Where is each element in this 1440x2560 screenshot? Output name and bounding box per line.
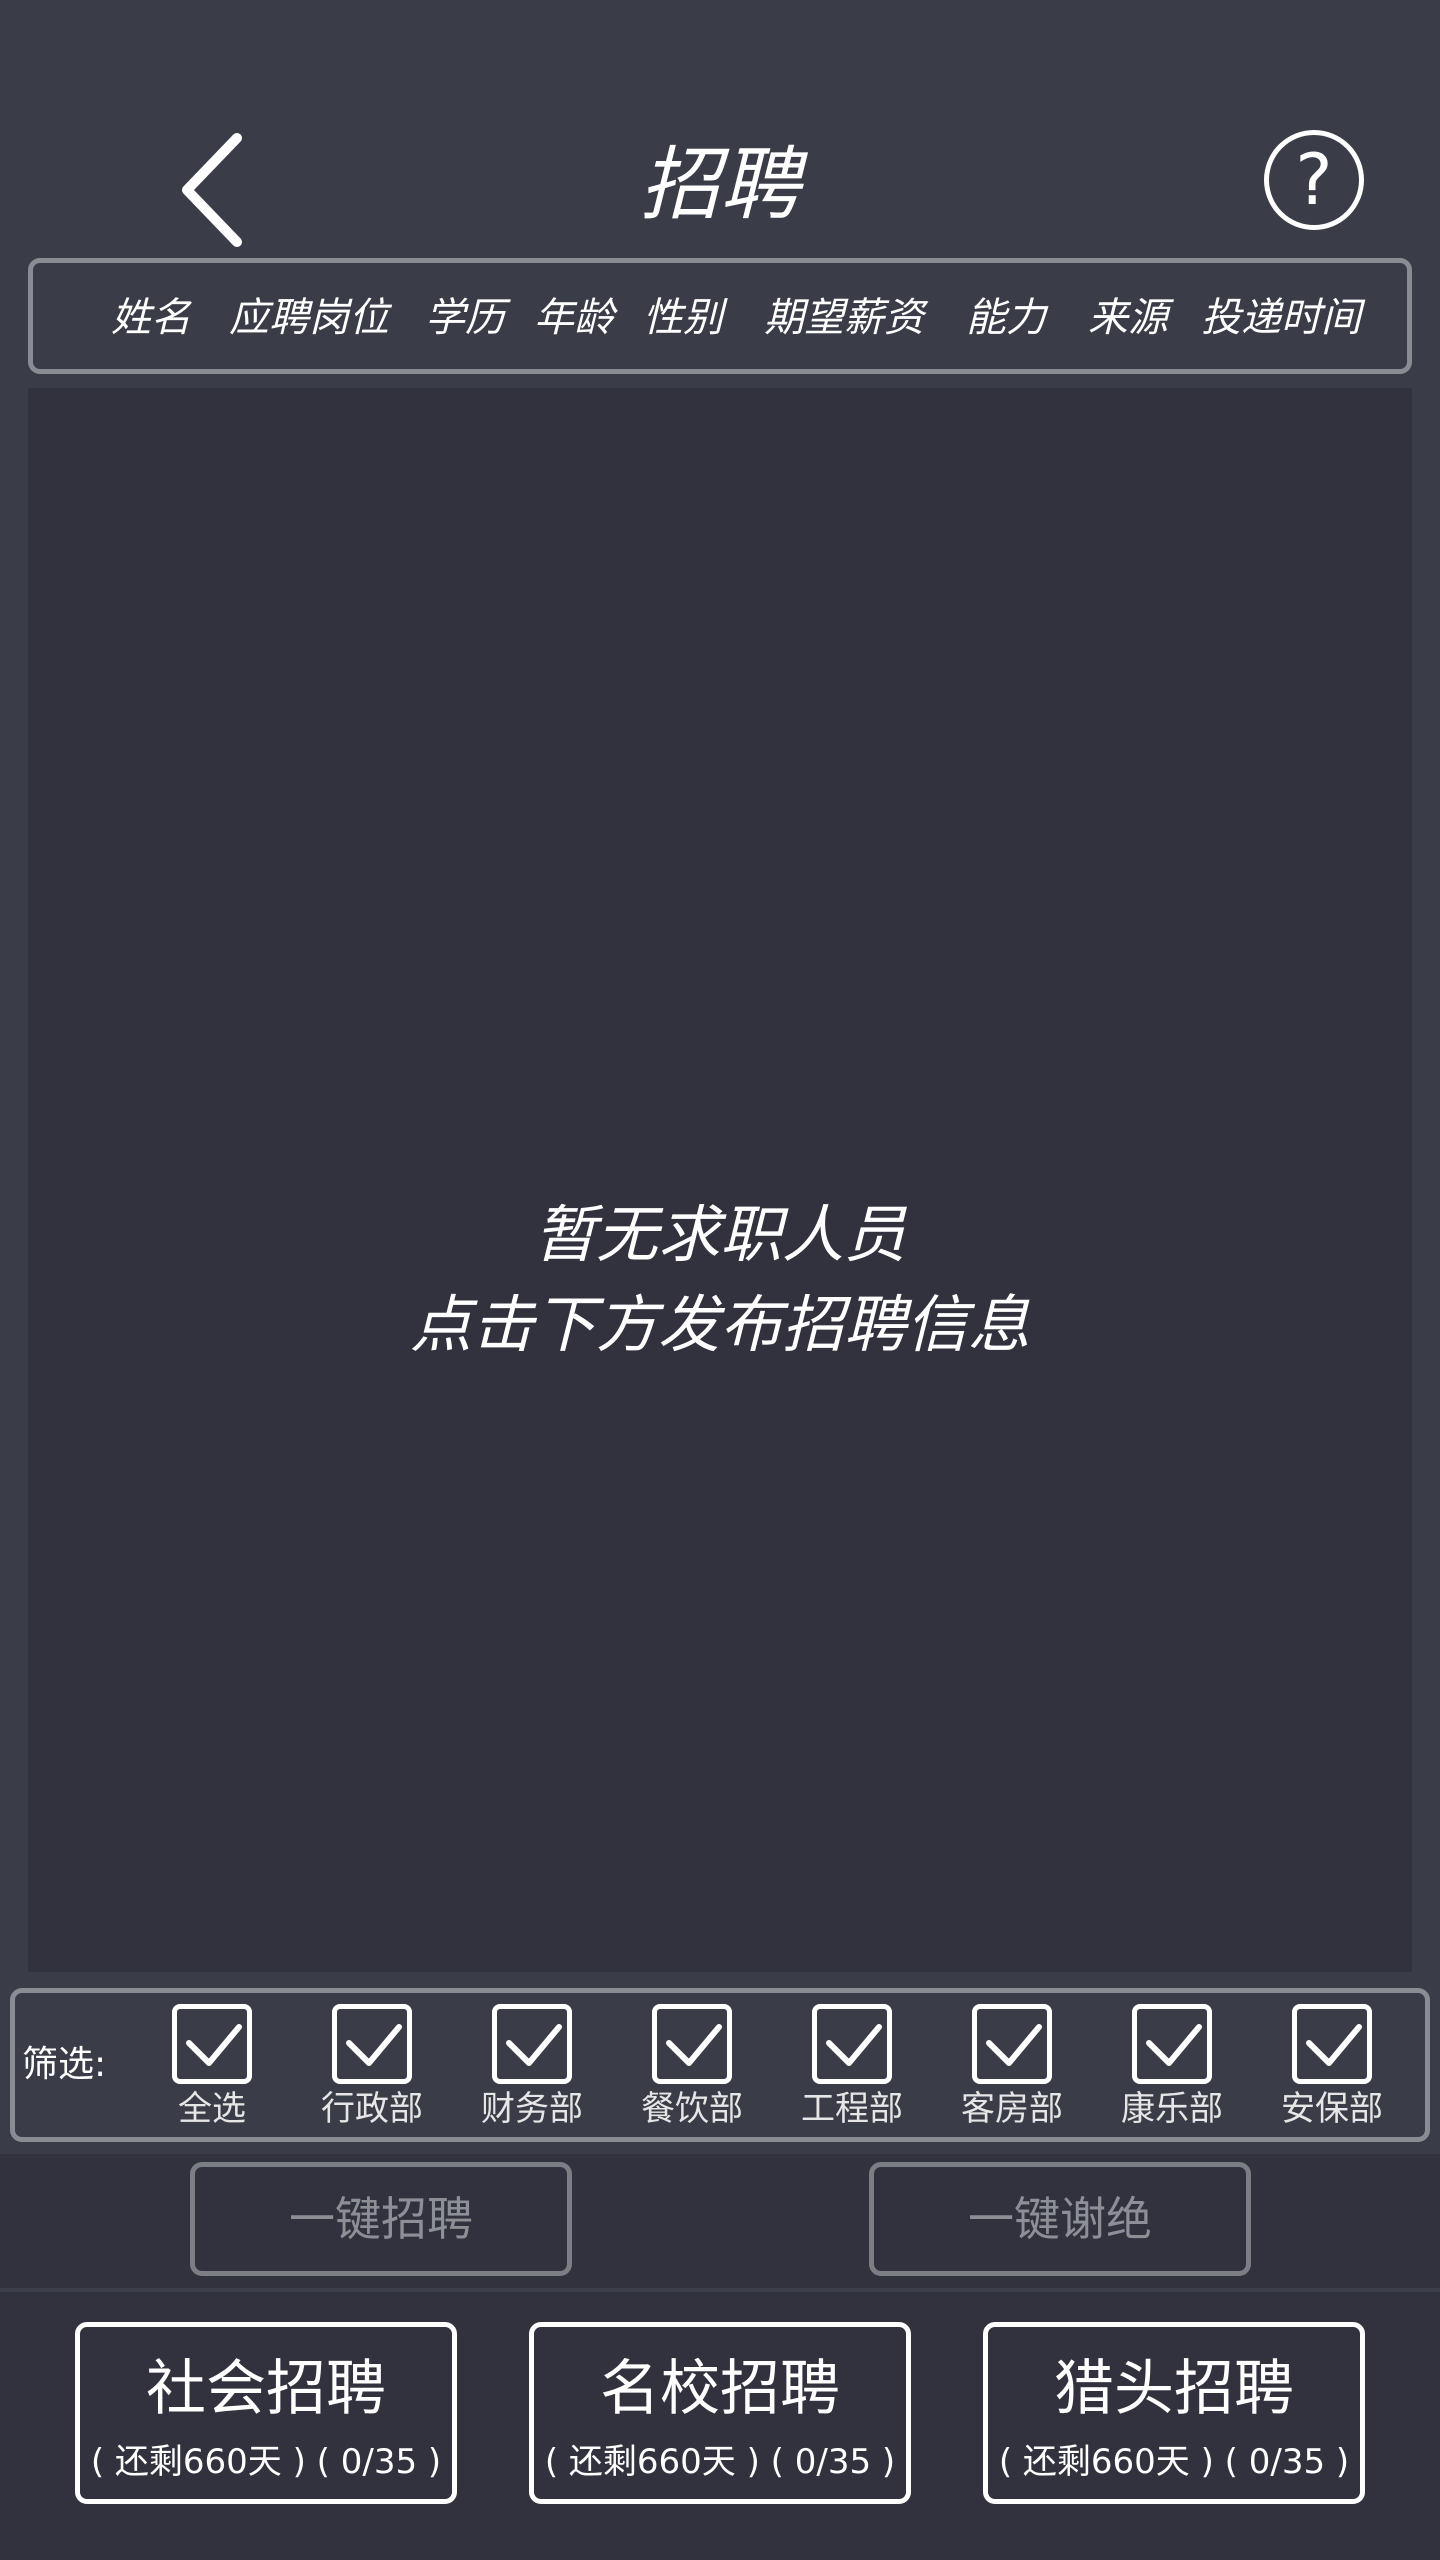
headhunter-recruit-button[interactable]: 猎头招聘 ( 还剩660天 ) ( 0/35 ) xyxy=(983,2322,1365,2504)
checkbox[interactable] xyxy=(1132,2004,1212,2084)
check-icon xyxy=(826,2024,882,2066)
filter-item-all[interactable]: 全选 xyxy=(137,2004,287,2134)
column-name: 姓名 xyxy=(111,295,191,341)
check-icon xyxy=(346,2024,402,2066)
column-source: 来源 xyxy=(1088,295,1168,341)
empty-state-line-1: 暂无求职人员 xyxy=(533,1198,906,1271)
filter-item-recreation[interactable]: 康乐部 xyxy=(1097,2004,1247,2134)
reject-all-button[interactable]: 一键谢绝 xyxy=(869,2162,1251,2276)
filter-item-housekeeping[interactable]: 客房部 xyxy=(937,2004,1087,2134)
recruit-title: 名校招聘 xyxy=(600,2354,840,2424)
recruit-status: ( 还剩660天 ) ( 0/35 ) xyxy=(90,2442,442,2482)
filter-item-finance[interactable]: 财务部 xyxy=(457,2004,607,2134)
checkbox[interactable] xyxy=(332,2004,412,2084)
social-recruit-button[interactable]: 社会招聘 ( 还剩660天 ) ( 0/35 ) xyxy=(75,2322,457,2504)
filter-item-admin[interactable]: 行政部 xyxy=(297,2004,447,2134)
column-expected-salary: 期望薪资 xyxy=(764,295,924,341)
checkbox[interactable] xyxy=(972,2004,1052,2084)
checkbox[interactable] xyxy=(652,2004,732,2084)
empty-state-line-2: 点击下方发布招聘信息 xyxy=(409,1288,1030,1361)
hire-all-button[interactable]: 一键招聘 xyxy=(190,2162,572,2276)
check-icon xyxy=(1306,2024,1362,2066)
column-submit-time: 投递时间 xyxy=(1201,295,1361,341)
filter-item-catering[interactable]: 餐饮部 xyxy=(617,2004,767,2134)
filter-item-label: 全选 xyxy=(178,2089,246,2129)
page-title: 招聘 xyxy=(640,138,800,231)
recruit-title: 社会招聘 xyxy=(146,2354,386,2424)
check-icon xyxy=(986,2024,1042,2066)
column-ability: 能力 xyxy=(966,295,1046,341)
checkbox[interactable] xyxy=(1292,2004,1372,2084)
check-icon xyxy=(186,2024,242,2066)
campus-recruit-button[interactable]: 名校招聘 ( 还剩660天 ) ( 0/35 ) xyxy=(529,2322,911,2504)
check-icon xyxy=(666,2024,722,2066)
filter-item-security[interactable]: 安保部 xyxy=(1257,2004,1407,2134)
filter-item-label: 财务部 xyxy=(481,2089,583,2129)
filter-item-label: 行政部 xyxy=(321,2089,423,2129)
recruit-status: ( 还剩660天 ) ( 0/35 ) xyxy=(544,2442,896,2482)
filter-item-engineering[interactable]: 工程部 xyxy=(777,2004,927,2134)
column-education: 学历 xyxy=(425,295,505,341)
applicant-list[interactable] xyxy=(28,388,1412,1972)
help-button[interactable]: ? xyxy=(1264,130,1364,230)
question-circle-icon: ? xyxy=(1295,139,1333,221)
filter-item-label: 康乐部 xyxy=(1121,2089,1223,2129)
filter-item-label: 工程部 xyxy=(801,2089,903,2129)
column-age: 年龄 xyxy=(534,295,614,341)
filter-item-label: 客房部 xyxy=(961,2089,1063,2129)
column-header: 姓名 应聘岗位 学历 年龄 性别 期望薪资 能力 来源 投递时间 xyxy=(28,258,1412,374)
checkbox[interactable] xyxy=(812,2004,892,2084)
filter-item-label: 餐饮部 xyxy=(641,2089,743,2129)
recruit-status: ( 还剩660天 ) ( 0/35 ) xyxy=(998,2442,1350,2482)
recruit-title: 猎头招聘 xyxy=(1054,2354,1294,2424)
empty-state-message: 暂无求职人员 点击下方发布招聘信息 xyxy=(0,1190,1440,1370)
column-gender: 性别 xyxy=(643,295,723,341)
checkbox[interactable] xyxy=(172,2004,252,2084)
column-position: 应聘岗位 xyxy=(229,295,389,341)
check-icon xyxy=(506,2024,562,2066)
filter-item-label: 安保部 xyxy=(1281,2089,1383,2129)
checkbox[interactable] xyxy=(492,2004,572,2084)
check-icon xyxy=(1146,2024,1202,2066)
filter-label: 筛选: xyxy=(22,2044,107,2085)
